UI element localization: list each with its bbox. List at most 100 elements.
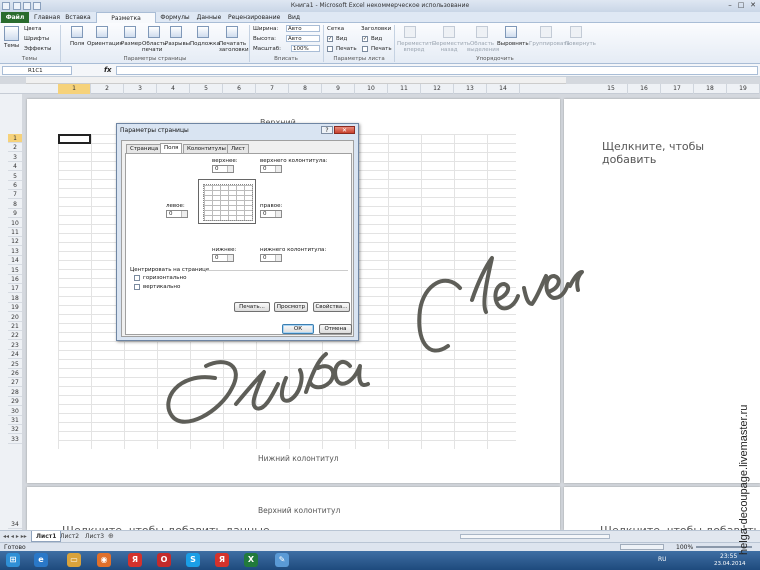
size-button[interactable]: Размер — [121, 41, 142, 47]
language-indicator[interactable]: RU — [658, 556, 667, 563]
colors-button[interactable]: Цвета — [24, 26, 41, 32]
fx-icon[interactable]: fx — [104, 66, 112, 74]
rotate-button[interactable]: Повернуть — [565, 41, 596, 47]
row-header-2[interactable]: 2 — [8, 143, 22, 153]
column-header-17[interactable]: 17 — [661, 84, 694, 94]
cancel-button[interactable]: Отмена — [319, 324, 352, 334]
row-34-header[interactable]: 34 — [8, 520, 22, 529]
selection-pane-button[interactable]: Область выделения — [467, 41, 499, 53]
column-header-4[interactable]: 4 — [157, 84, 190, 94]
row-header-8[interactable]: 8 — [8, 199, 22, 209]
column-header-7[interactable]: 7 — [256, 84, 289, 94]
column-header-16[interactable]: 16 — [628, 84, 661, 94]
horizontal-scrollbar[interactable] — [460, 534, 610, 539]
orientation-icon[interactable] — [96, 26, 108, 38]
ie-icon[interactable]: e — [34, 553, 48, 567]
top-margin-input[interactable]: 0 — [212, 165, 234, 173]
breaks-button[interactable]: Разрывы — [165, 41, 190, 47]
tab-page-layout[interactable]: Разметка страницы — [96, 12, 156, 33]
row-header-6[interactable]: 6 — [8, 181, 22, 190]
row-header-27[interactable]: 27 — [8, 378, 22, 388]
row-header-26[interactable]: 26 — [8, 369, 22, 378]
column-header-10[interactable]: 10 — [355, 84, 388, 94]
breaks-icon[interactable] — [170, 26, 182, 38]
print-titles-icon[interactable] — [226, 26, 238, 38]
headings-print-checkbox[interactable] — [362, 46, 368, 52]
column-header-1[interactable]: 1 — [58, 84, 91, 94]
preview-button[interactable]: Просмотр — [274, 302, 308, 312]
header-hint-right[interactable]: Щелкните, чтобы добавить — [602, 140, 760, 166]
print-area-icon[interactable] — [148, 26, 160, 38]
print-titles-button[interactable]: Печатать заголовки — [219, 41, 249, 53]
row-header-18[interactable]: 18 — [8, 293, 22, 303]
formula-input[interactable] — [116, 66, 758, 75]
zoom-level[interactable]: 100% — [676, 544, 693, 551]
height-select[interactable]: Авто — [286, 35, 320, 42]
ok-button[interactable]: ОК — [282, 324, 314, 334]
add-sheet-icon[interactable]: ⊕ — [108, 532, 118, 541]
row-header-20[interactable]: 20 — [8, 312, 22, 322]
row-header-32[interactable]: 32 — [8, 425, 22, 435]
minimize-button[interactable]: – — [725, 1, 735, 10]
themes-button[interactable]: Темы — [4, 43, 19, 49]
column-header-2[interactable]: 2 — [91, 84, 124, 94]
row-header-13[interactable]: 13 — [8, 246, 22, 256]
row-header-30[interactable]: 30 — [8, 406, 22, 416]
row-header-12[interactable]: 12 — [8, 237, 22, 247]
footer-margin-input[interactable]: 0 — [260, 254, 282, 262]
header-margin-input[interactable]: 0 — [260, 165, 282, 173]
footer-label[interactable]: Нижний колонтитул — [258, 454, 339, 463]
selected-cell[interactable] — [58, 134, 91, 144]
maximize-button[interactable]: □ — [736, 1, 746, 10]
row-header-4[interactable]: 4 — [8, 162, 22, 172]
tab-file[interactable]: Файл — [1, 12, 29, 23]
column-header-14[interactable]: 14 — [487, 84, 520, 94]
size-icon[interactable] — [124, 26, 136, 38]
sheet-tab-3[interactable]: Лист3 — [81, 531, 108, 542]
gridlines-view-checkbox[interactable]: ✓ — [327, 36, 333, 42]
row-header-16[interactable]: 16 — [8, 275, 22, 284]
tab-home[interactable]: Главная — [32, 12, 62, 23]
row-header-5[interactable]: 5 — [8, 171, 22, 181]
row-header-7[interactable]: 7 — [8, 190, 22, 200]
row-header-33[interactable]: 33 — [8, 434, 22, 444]
skype-icon[interactable]: S — [186, 553, 200, 567]
row-header-29[interactable]: 29 — [8, 397, 22, 407]
column-header-12[interactable]: 12 — [421, 84, 454, 94]
row-header-22[interactable]: 22 — [8, 331, 22, 341]
view-buttons[interactable] — [620, 544, 664, 550]
clock-time[interactable]: 23:55 — [720, 553, 737, 560]
sheet-tab-2[interactable]: Лист2 — [56, 531, 83, 542]
gridlines-print-checkbox[interactable] — [327, 46, 333, 52]
tab-formulas[interactable]: Формулы — [160, 12, 190, 23]
paint-icon[interactable]: ✎ — [275, 553, 289, 567]
fonts-button[interactable]: Шрифты — [24, 36, 49, 42]
horizontally-checkbox[interactable] — [134, 275, 140, 281]
close-window-button[interactable]: ✕ — [748, 1, 758, 10]
group-button[interactable]: Группировать — [529, 41, 570, 47]
align-icon[interactable] — [505, 26, 517, 38]
row-header-11[interactable]: 11 — [8, 228, 22, 237]
start-icon[interactable]: ⊞ — [6, 553, 20, 567]
orientation-button[interactable]: Ориентация — [87, 41, 123, 47]
row-header-19[interactable]: 19 — [8, 303, 22, 313]
row-header-28[interactable]: 28 — [8, 387, 22, 397]
clock-date[interactable]: 23.04.2014 — [714, 561, 746, 567]
left-margin-input[interactable]: 0 — [166, 210, 188, 218]
column-header-11[interactable]: 11 — [388, 84, 421, 94]
column-header-9[interactable]: 9 — [322, 84, 355, 94]
print-button[interactable]: Печать... — [234, 302, 270, 312]
row-header-9[interactable]: 9 — [8, 209, 22, 219]
background-button[interactable]: Подложка — [190, 41, 220, 47]
row-header-1[interactable]: 1 — [8, 134, 22, 143]
themes-icon[interactable] — [4, 26, 19, 41]
firefox-icon[interactable]: ◉ — [97, 553, 111, 567]
align-button[interactable]: Выровнять — [497, 41, 529, 47]
headings-view-checkbox[interactable]: ✓ — [362, 36, 368, 42]
row-header-10[interactable]: 10 — [8, 218, 22, 228]
effects-button[interactable]: Эффекты — [24, 46, 52, 52]
column-header-3[interactable]: 3 — [124, 84, 157, 94]
explorer-icon[interactable]: ▭ — [67, 553, 81, 567]
margins-button[interactable]: Поля — [70, 41, 84, 47]
yandex2-icon[interactable]: Я — [215, 553, 229, 567]
